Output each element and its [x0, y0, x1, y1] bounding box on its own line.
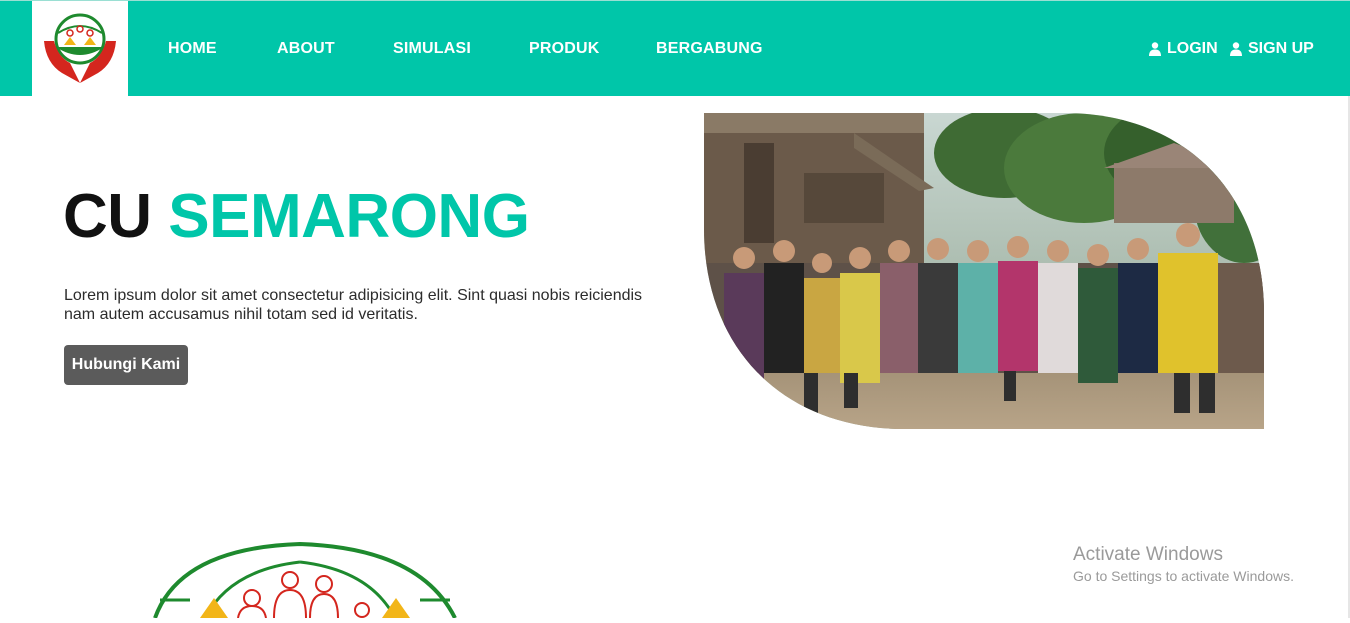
- nav-link-simulasi[interactable]: SIMULASI: [393, 39, 471, 59]
- nav-link-produk[interactable]: PRODUK: [529, 39, 600, 59]
- user-icon: [1230, 42, 1242, 56]
- user-icon: [1149, 42, 1161, 56]
- nav-link-about[interactable]: ABOUT: [277, 39, 335, 59]
- hero-title-part2: SEMARONG: [168, 182, 530, 251]
- logo-globe-icon: [153, 541, 457, 619]
- navbar: HOME ABOUT SIMULASI PRODUK BERGABUNG LOG…: [0, 0, 1350, 97]
- hero-title-part1: CU: [63, 182, 152, 251]
- watermark-title: Activate Windows: [1073, 544, 1223, 565]
- contact-us-button[interactable]: Hubungi Kami: [64, 345, 188, 385]
- windows-activation-watermark: Activate Windows Go to Settings to activ…: [1073, 543, 1294, 585]
- logo-icon: [44, 13, 116, 83]
- nav-link-bergabung[interactable]: BERGABUNG: [656, 39, 763, 59]
- signup-link[interactable]: SIGN UP: [1230, 39, 1314, 59]
- hero-description: Lorem ipsum dolor sit amet consectetur a…: [64, 287, 643, 323]
- section-logo: [150, 540, 460, 623]
- signup-label: SIGN UP: [1248, 40, 1314, 57]
- hero-title: CU SEMARONG: [63, 182, 530, 252]
- login-label: LOGIN: [1167, 40, 1218, 57]
- nav-link-home[interactable]: HOME: [168, 39, 217, 59]
- site-logo[interactable]: [32, 1, 128, 97]
- login-link[interactable]: LOGIN: [1149, 39, 1218, 59]
- group-photo-image: [704, 113, 1264, 429]
- watermark-subtitle: Go to Settings to activate Windows.: [1073, 568, 1294, 584]
- hero-image: [704, 113, 1264, 434]
